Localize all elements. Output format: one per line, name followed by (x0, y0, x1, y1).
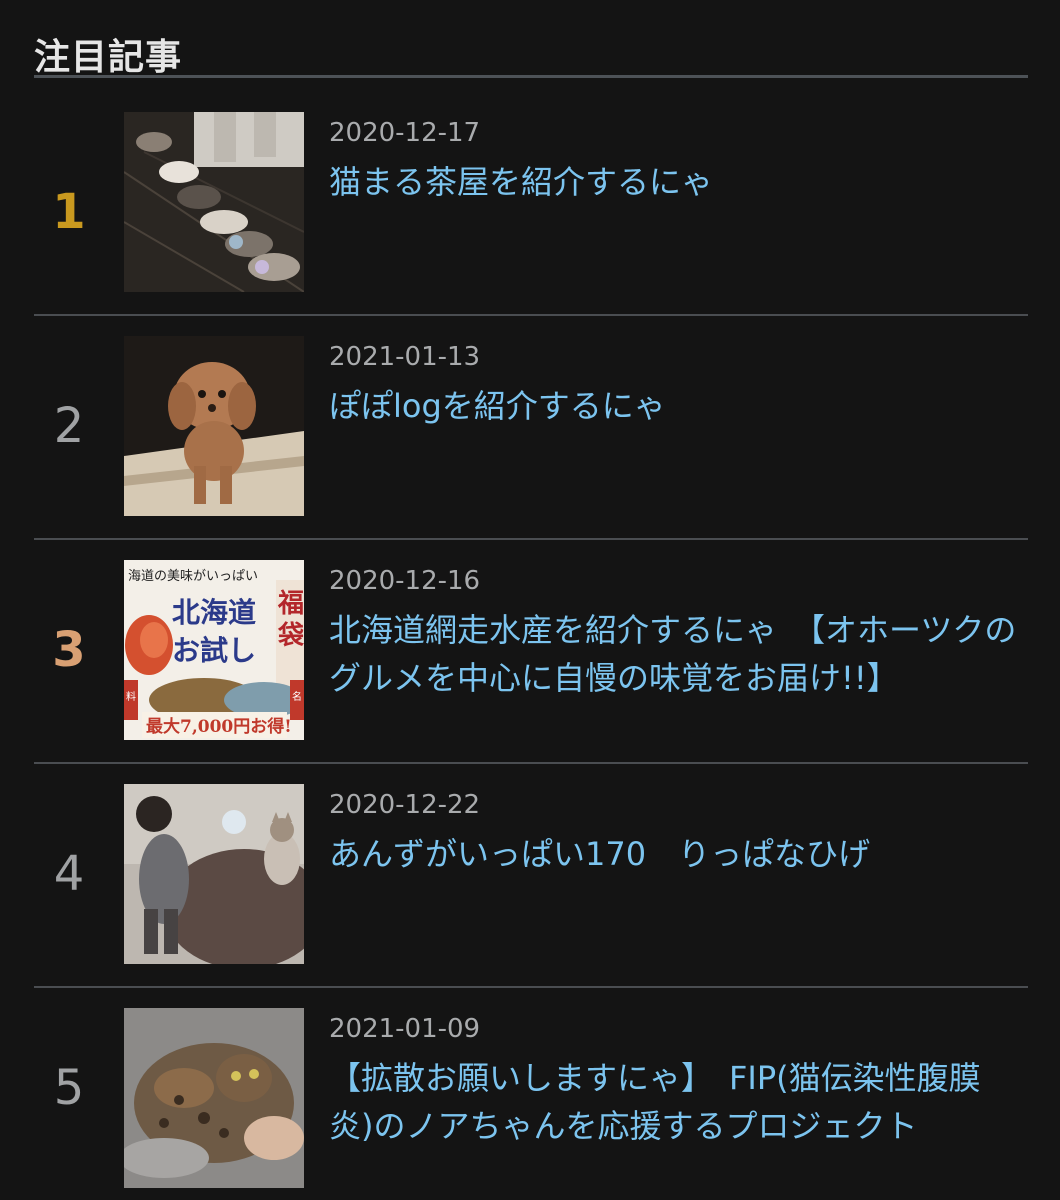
article-thumbnail[interactable] (124, 1008, 304, 1188)
svg-text:袋: 袋 (277, 621, 304, 651)
article-item-2[interactable]: 2 2021-01-13 ぽぽlogを紹介するにゃ (34, 316, 1028, 540)
popular-articles-widget: 注目記事 1 2020-12-17 猫まる茶屋を紹介するにゃ 2 2021-01… (0, 0, 1060, 1200)
article-date: 2020-12-17 (329, 118, 481, 148)
article-item-3[interactable]: 3 海道の美味がいっぱい 北海道 お試し 福 袋 料 名 最大7,000円お得! (34, 540, 1028, 764)
poodle-dog-photo (124, 336, 304, 516)
bengal-kitten-photo (124, 1008, 304, 1188)
article-date: 2021-01-13 (329, 342, 481, 372)
child-and-cat-photo (124, 784, 304, 964)
rank-number: 1 (52, 184, 86, 240)
article-thumbnail[interactable] (124, 112, 304, 292)
cats-eating-row-photo (124, 112, 304, 292)
article-date: 2020-12-22 (329, 790, 481, 820)
hokkaido-seafood-ad: 海道の美味がいっぱい 北海道 お試し 福 袋 料 名 最大7,000円お得! (124, 560, 304, 740)
rank-number: 5 (53, 1060, 85, 1116)
svg-text:最大7,000円お得!: 最大7,000円お得! (146, 716, 292, 737)
article-date: 2020-12-16 (329, 566, 481, 596)
article-thumbnail[interactable] (124, 336, 304, 516)
article-thumbnail[interactable] (124, 784, 304, 964)
article-title-link[interactable]: 猫まる茶屋を紹介するにゃ (329, 158, 1019, 206)
svg-text:北海道: 北海道 (172, 596, 256, 629)
svg-text:名: 名 (292, 690, 302, 703)
article-item-4[interactable]: 4 2020-12-22 あんずがいっぱい170 りっぱなひげ (34, 764, 1028, 988)
svg-text:海道の美味がいっぱい: 海道の美味がいっぱい (128, 569, 258, 584)
article-title-link[interactable]: ぽぽlogを紹介するにゃ (329, 382, 1019, 430)
article-title-link[interactable]: 【拡散お願いしますにゃ】 FIP(猫伝染性腹膜炎)のノアちゃんを応援するプロジェ… (329, 1054, 1019, 1150)
rank-number: 4 (53, 846, 85, 902)
svg-text:お試し: お試し (172, 634, 256, 667)
article-item-5[interactable]: 5 2021-01-09 【拡散お願いしますにゃ】 FIP(猫伝染性腹膜炎)のノ… (34, 988, 1028, 1200)
svg-text:福: 福 (277, 589, 304, 619)
article-date: 2021-01-09 (329, 1014, 481, 1044)
section-heading: 注目記事 (34, 37, 183, 78)
rank-number: 3 (52, 622, 86, 678)
article-title-link[interactable]: 北海道網走水産を紹介するにゃ 【オホーツクのグルメを中心に自慢の味覚をお届け!!… (329, 606, 1019, 702)
rank-number: 2 (53, 398, 85, 454)
article-title-link[interactable]: あんずがいっぱい170 りっぱなひげ (329, 830, 1019, 878)
article-thumbnail[interactable]: 海道の美味がいっぱい 北海道 お試し 福 袋 料 名 最大7,000円お得! (124, 560, 304, 740)
heading-divider (34, 75, 1028, 78)
svg-text:料: 料 (126, 690, 136, 703)
article-item-1[interactable]: 1 2020-12-17 猫まる茶屋を紹介するにゃ (34, 92, 1028, 316)
